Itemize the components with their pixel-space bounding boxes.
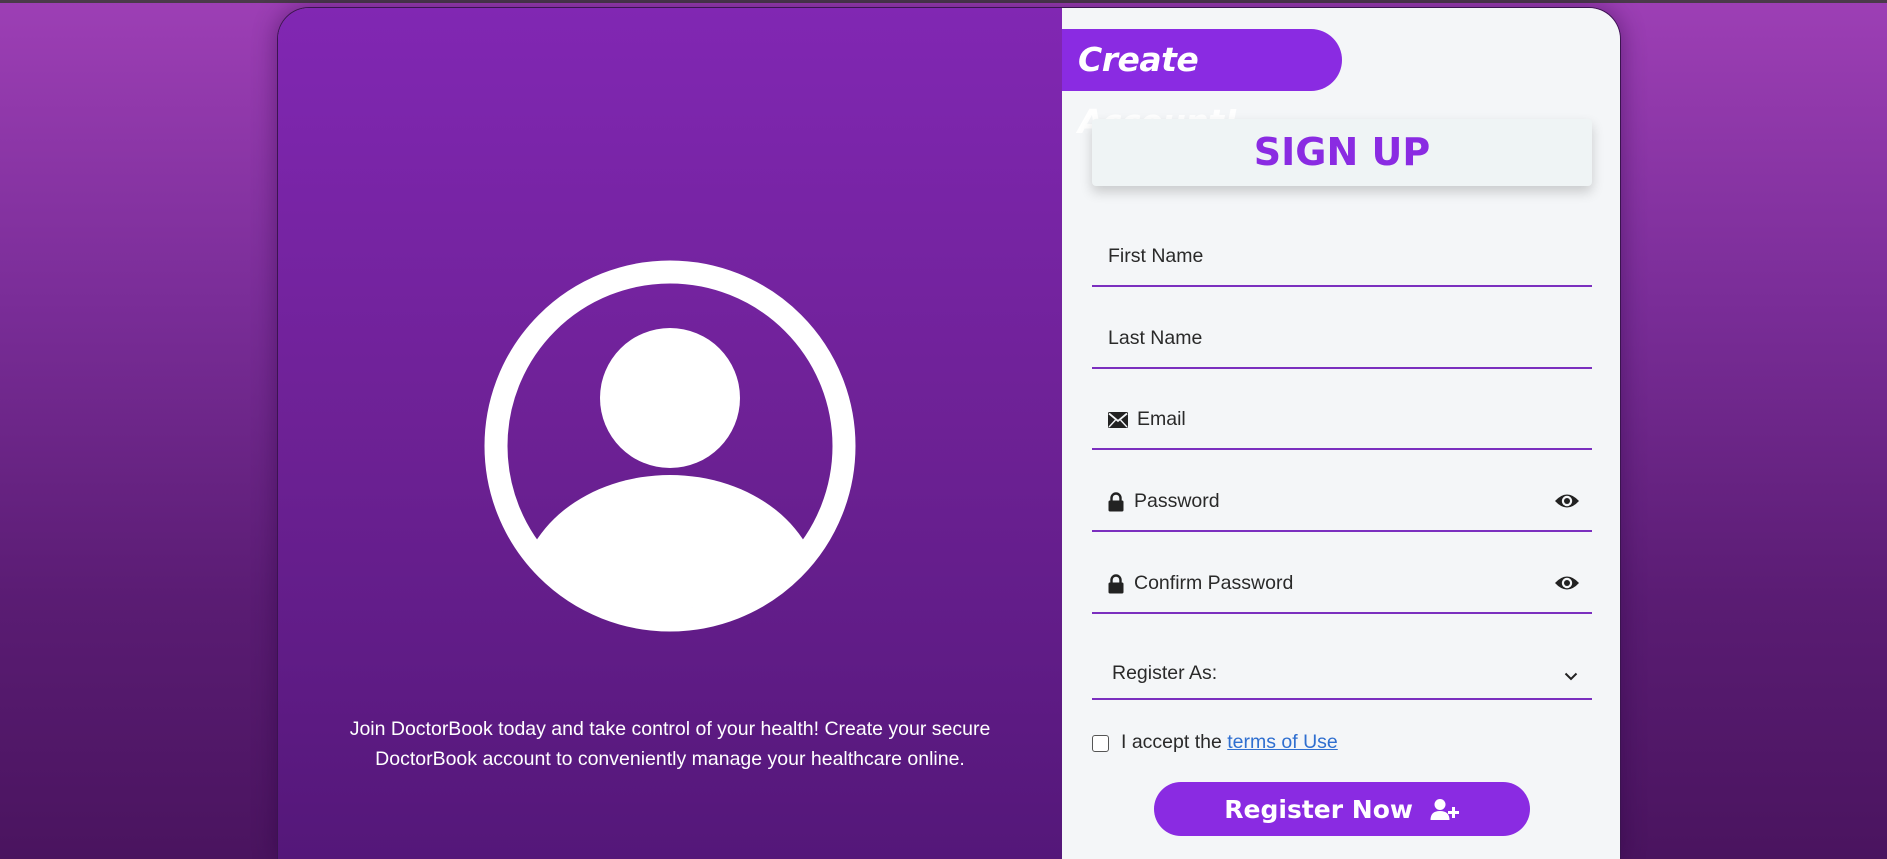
- welcome-text-line-2: DoctorBook account to conveniently manag…: [375, 748, 965, 770]
- register-now-label: Register Now: [1224, 795, 1413, 824]
- lock-icon: [1108, 574, 1124, 599]
- show-confirm-password-eye-icon[interactable]: [1554, 574, 1580, 597]
- first-name-field[interactable]: First Name: [1092, 237, 1592, 287]
- signup-card: Join DoctorBook today and take control o…: [277, 7, 1621, 859]
- email-field[interactable]: Email: [1092, 400, 1592, 450]
- last-name-placeholder: Last Name: [1108, 327, 1203, 349]
- welcome-text: Join DoctorBook today and take control o…: [318, 714, 1022, 774]
- register-now-button[interactable]: Register Now: [1154, 782, 1530, 836]
- register-as-label: Register As:: [1112, 662, 1218, 684]
- register-as-select[interactable]: Register As:: [1092, 648, 1592, 700]
- email-placeholder: Email: [1137, 408, 1186, 430]
- chevron-down-icon: [1564, 668, 1578, 686]
- show-password-eye-icon[interactable]: [1554, 492, 1580, 515]
- envelope-icon: [1108, 412, 1128, 433]
- accept-terms-checkbox[interactable]: [1092, 735, 1109, 752]
- welcome-panel: Join DoctorBook today and take control o…: [278, 8, 1062, 859]
- user-plus-icon: [1430, 799, 1459, 820]
- lock-icon: [1108, 492, 1124, 517]
- create-account-tag: Create Account!: [1062, 29, 1342, 141]
- signup-heading: SIGN UP: [1092, 119, 1592, 186]
- top-border-line: [0, 0, 1887, 3]
- last-name-field[interactable]: Last Name: [1092, 319, 1592, 369]
- terms-of-use-link[interactable]: terms of Use: [1227, 731, 1338, 753]
- password-placeholder: Password: [1134, 490, 1220, 512]
- terms-prefix: I accept the: [1121, 731, 1228, 753]
- confirm-password-field[interactable]: Confirm Password: [1092, 564, 1592, 614]
- confirm-password-placeholder: Confirm Password: [1134, 572, 1294, 594]
- user-circle-icon: [484, 260, 856, 632]
- first-name-placeholder: First Name: [1108, 245, 1204, 267]
- signup-form-panel: Create Account! SIGN UP First Name Last …: [1062, 8, 1620, 859]
- password-field[interactable]: Password: [1092, 482, 1592, 532]
- welcome-text-line-1: Join DoctorBook today and take control o…: [349, 718, 991, 740]
